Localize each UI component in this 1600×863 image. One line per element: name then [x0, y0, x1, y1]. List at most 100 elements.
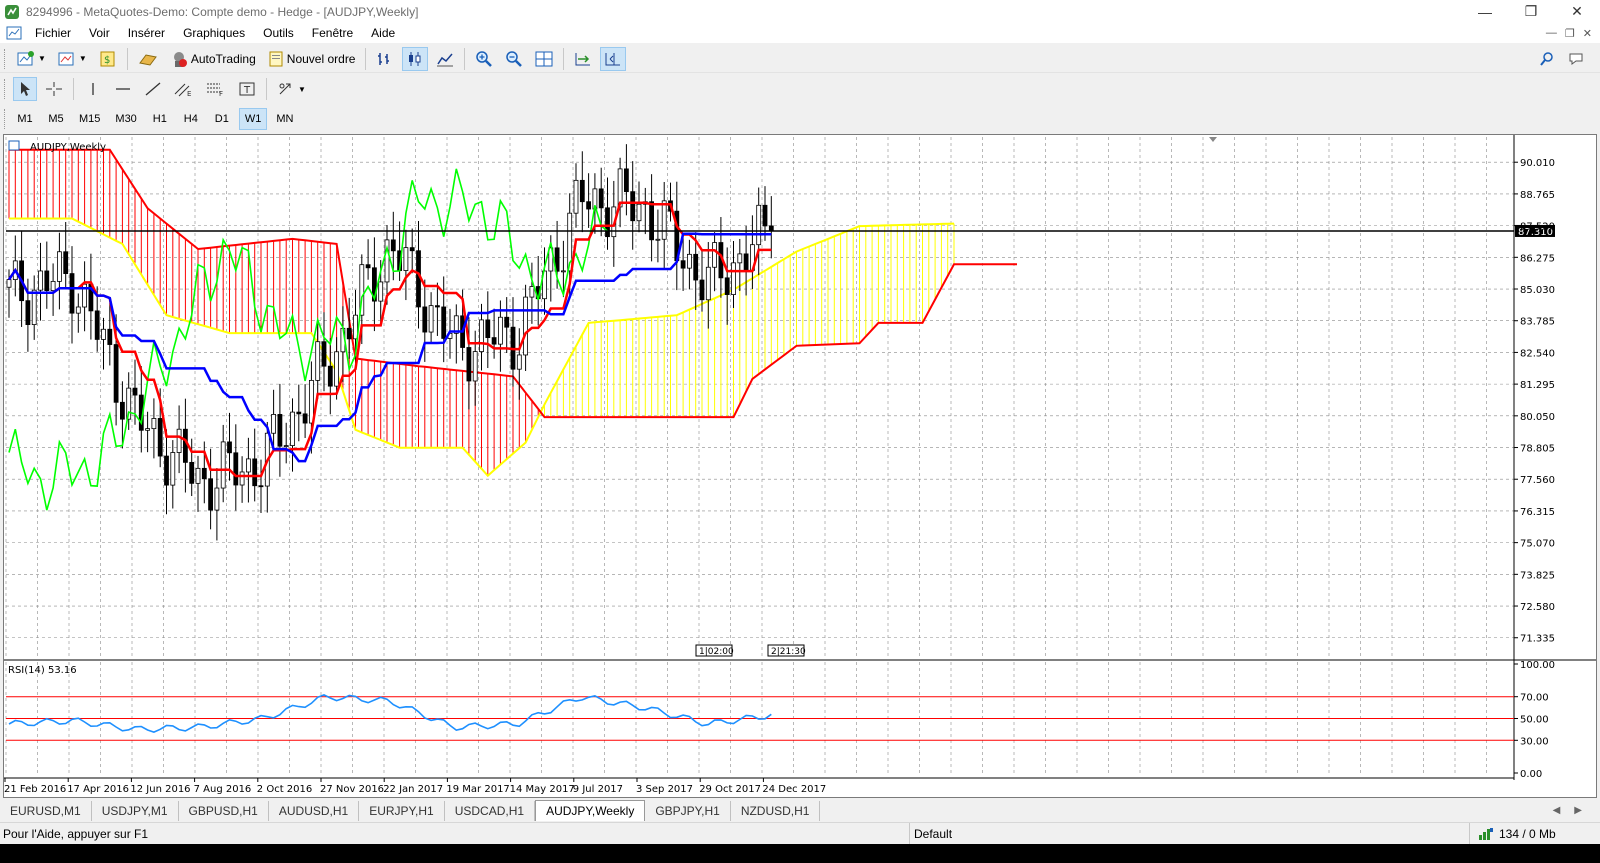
candle-body [441, 306, 447, 339]
zoom-out-button[interactable] [501, 47, 527, 71]
candle-body [63, 251, 69, 274]
zoom-in-button[interactable] [471, 47, 497, 71]
timeframes-toolbar: M1 M5 M15 M30 H1 H4 D1 W1 MN [0, 106, 1600, 132]
candle-body [113, 344, 119, 403]
auto-scroll-icon [575, 52, 591, 65]
chart-window[interactable]: 87.310 90.010 88.765 87.520 86.275 85.030 83.7… [3, 134, 1597, 798]
close-button[interactable]: ✕ [1554, 0, 1600, 23]
price-tick-label: 88.765 [1520, 190, 1555, 201]
tab-gbpjpy-h1[interactable]: GBPJPY,H1 [645, 801, 731, 821]
fibonacci-tool-button[interactable]: F [202, 77, 230, 101]
timeframe-w1[interactable]: W1 [238, 108, 268, 130]
line-chart-icon [437, 53, 454, 66]
date-tick-label: 9 Jul 2017 [573, 784, 623, 795]
candle-body [208, 478, 214, 511]
cursor-icon [21, 82, 30, 96]
cursor-tool-button[interactable] [13, 77, 37, 101]
menu-fichier[interactable]: Fichier [26, 23, 80, 43]
minimize-button[interactable]: — [1462, 0, 1508, 23]
timeframe-m1[interactable]: M1 [11, 108, 39, 130]
menu-fenetre[interactable]: Fenêtre [303, 23, 362, 43]
chart-symbol-label: AUDJPY,Weekly [30, 142, 106, 153]
menu-outils[interactable]: Outils [254, 23, 303, 43]
event-marker-label: 2|21:30 [771, 647, 806, 657]
candle-body [428, 305, 434, 333]
candle-body [491, 337, 497, 345]
candle-body [195, 467, 201, 484]
child-minimize-button[interactable]: — [1546, 27, 1557, 40]
menu-voir[interactable]: Voir [80, 23, 119, 43]
price-tick-label: 86.275 [1520, 253, 1555, 264]
date-tick-label: 14 May 2017 [510, 784, 575, 795]
autotrading-button[interactable]: AutoTrading [166, 47, 260, 71]
bar-chart-button[interactable] [372, 47, 398, 71]
price-tick-label: 78.805 [1520, 444, 1555, 455]
rsi-tick-label: 0.00 [1520, 769, 1542, 780]
tab-usdjpy-m1[interactable]: USDJPY,M1 [92, 801, 179, 821]
tabs-scroll-right-icon[interactable]: ▶ [1574, 805, 1582, 816]
child-close-button[interactable]: ✕ [1583, 27, 1592, 40]
menu-graphiques[interactable]: Graphiques [174, 23, 254, 43]
equidistant-channel-tool-button[interactable]: E [170, 77, 198, 101]
candlestick-chart-button[interactable] [402, 46, 429, 71]
tab-eurusd-m1[interactable]: EURUSD,M1 [0, 801, 92, 821]
candle-body [586, 201, 591, 210]
child-restore-button[interactable]: ❐ [1565, 27, 1575, 40]
restore-button[interactable]: ❐ [1508, 0, 1554, 23]
candle-body [346, 327, 352, 340]
search-icon[interactable] [1540, 51, 1554, 66]
chat-icon[interactable] [1568, 52, 1586, 66]
candle-body [422, 306, 428, 333]
tab-audusd-h1[interactable]: AUDUSD,H1 [269, 801, 360, 821]
tab-audjpy-weekly[interactable]: AUDJPY,Weekly [535, 800, 646, 821]
candle-body [233, 452, 239, 486]
candle-body [655, 238, 661, 241]
line-chart-button[interactable] [432, 47, 458, 71]
candle-body [403, 247, 409, 271]
timeframe-h1[interactable]: H1 [146, 108, 174, 130]
tab-nzdusd-h1[interactable]: NZDUSD,H1 [731, 801, 821, 821]
timeframe-m30[interactable]: M30 [109, 108, 142, 130]
chart-window-icon[interactable] [6, 25, 22, 41]
data-window-icon: $ [100, 51, 115, 66]
timeframe-d1[interactable]: D1 [208, 108, 236, 130]
audjpy-weekly-chart[interactable]: 87.31090.01088.76587.52086.27585.03083.7… [4, 135, 1596, 797]
crosshair-tool-button[interactable] [41, 77, 67, 101]
timeframe-mn[interactable]: MN [270, 108, 299, 130]
connection-icon [1479, 827, 1493, 840]
tab-eurjpy-h1[interactable]: EURJPY,H1 [359, 801, 445, 821]
tab-gbpusd-h1[interactable]: GBPUSD,H1 [179, 801, 269, 821]
menu-aide[interactable]: Aide [362, 23, 404, 43]
profiles-button[interactable]: ▼ [54, 47, 91, 71]
market-watch-button[interactable] [134, 47, 162, 71]
new-order-button[interactable]: Nouvel ordre [264, 47, 360, 71]
horizontal-line-tool-button[interactable] [110, 77, 136, 101]
candle-body [365, 264, 371, 269]
vertical-line-tool-button[interactable] [80, 77, 106, 101]
date-tick-label: 19 Mar 2017 [446, 784, 509, 795]
text-tool-button[interactable]: T [234, 77, 260, 101]
candle-body [120, 401, 125, 420]
candle-body [479, 319, 484, 353]
arrows-tool-button[interactable]: ▼ [273, 77, 310, 101]
candle-body [472, 351, 478, 382]
trendline-tool-button[interactable] [140, 77, 166, 101]
tabs-scroll-left-icon[interactable]: ◀ [1553, 805, 1561, 816]
candle-body [624, 168, 629, 193]
menu-inserer[interactable]: Insérer [119, 23, 174, 43]
timeframe-m5[interactable]: M5 [42, 108, 70, 130]
date-tick-label: 12 Jun 2016 [130, 784, 190, 795]
candle-body [25, 300, 31, 325]
auto-scroll-button[interactable] [570, 47, 596, 71]
candle-body [252, 458, 258, 487]
status-bar: Pour l'Aide, appuyer sur F1 Default 134 … [0, 822, 1600, 844]
horizontal-line-icon [116, 88, 130, 90]
timeframe-h4[interactable]: H4 [177, 108, 205, 130]
tile-windows-button[interactable] [531, 47, 557, 71]
data-window-button[interactable]: $ [95, 47, 121, 71]
timeframe-m15[interactable]: M15 [73, 108, 106, 130]
new-chart-icon [17, 50, 34, 65]
chart-shift-button[interactable] [600, 46, 627, 71]
tab-usdcad-h1[interactable]: USDCAD,H1 [445, 801, 536, 821]
new-chart-button[interactable]: ▼ [13, 47, 50, 71]
